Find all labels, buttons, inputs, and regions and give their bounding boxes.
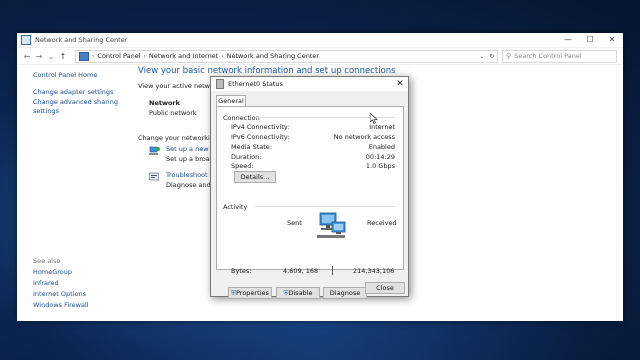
close-window-button[interactable]: ✕ <box>601 33 623 47</box>
network-name: Network <box>149 99 180 107</box>
see-also-infrared[interactable]: Infrared <box>33 279 89 288</box>
see-also-windows-firewall[interactable]: Windows Firewall <box>33 301 89 310</box>
network-activity-icon <box>317 212 346 238</box>
row-label: Speed: <box>231 162 254 170</box>
breadcrumb-network-internet[interactable]: Network and Internet <box>149 52 218 60</box>
forward-arrow-icon[interactable]: → <box>33 52 45 61</box>
network-type: Public network <box>149 109 197 117</box>
new-connection-icon <box>149 146 160 155</box>
activity-group-label: Activity <box>223 203 248 211</box>
status-row: IPv4 Connectivity: Internet <box>231 123 395 131</box>
change-settings-label: Change your networking <box>138 134 219 142</box>
ethernet-status-dialog: Ethernet0 Status ✕ General Connection IP… <box>210 76 409 299</box>
bytes-label: Bytes: <box>231 267 252 275</box>
mouse-cursor-icon <box>370 113 378 124</box>
up-arrow-icon[interactable]: ↑ <box>57 52 69 61</box>
chevron-right-icon: › <box>143 52 146 60</box>
diagnose-button[interactable]: Diagnose <box>323 287 367 299</box>
chevron-right-icon: › <box>221 52 224 60</box>
disable-label: Disable <box>288 289 313 297</box>
maximize-button[interactable]: ☐ <box>579 33 601 47</box>
row-value: 1.0 Gbps <box>365 162 395 170</box>
window-title: Network and Sharing Center <box>35 36 128 44</box>
search-placeholder: Search Control Panel <box>514 52 582 60</box>
row-value: 00:14:29 <box>365 153 395 161</box>
properties-label: Properties <box>236 289 269 297</box>
row-label: Duration: <box>231 153 262 161</box>
task-troubleshoot: Troubleshoot p Diagnose and r <box>149 171 215 189</box>
main-content: View your basic network information and … <box>138 66 396 189</box>
see-also-homegroup[interactable]: HomeGroup <box>33 268 89 277</box>
status-row: IPv6 Connectivity: No network access <box>231 133 395 141</box>
status-row: Duration: 00:14:29 <box>231 153 395 161</box>
dialog-title: Ethernet0 Status <box>228 80 283 88</box>
address-box[interactable]: › Control Panel › Network and Internet ›… <box>75 49 498 63</box>
back-arrow-icon[interactable]: ← <box>21 52 33 61</box>
sidebar-change-advanced-sharing[interactable]: Change advanced sharing settings <box>33 98 133 116</box>
row-value: No network access <box>333 133 395 141</box>
left-sidebar: Control Panel Home Change adapter settin… <box>33 71 133 117</box>
refresh-icon[interactable]: ↻ <box>487 53 497 60</box>
received-label: Received <box>367 219 397 227</box>
network-center-icon <box>21 35 31 45</box>
row-value: Internet <box>369 123 395 131</box>
troubleshoot-icon <box>149 172 159 181</box>
address-bar-row: ← → ⌄ ↑ › Control Panel › Network and In… <box>17 48 623 65</box>
breadcrumb-control-panel[interactable]: Control Panel <box>97 52 140 60</box>
status-row: Speed: 1.0 Gbps <box>231 162 395 170</box>
bytes-received-value: 214,343,106 <box>353 267 395 275</box>
ethernet-icon <box>216 79 224 89</box>
sidebar-control-panel-home[interactable]: Control Panel Home <box>33 71 133 80</box>
see-also-internet-options[interactable]: Internet Options <box>33 290 89 299</box>
close-icon[interactable]: ✕ <box>392 79 408 89</box>
active-networks-label: View your active netwo <box>138 82 214 90</box>
row-value: Enabled <box>368 143 395 151</box>
row-label: IPv4 Connectivity: <box>231 123 290 131</box>
see-also-header: See also <box>33 257 61 265</box>
sidebar-change-adapter-settings[interactable]: Change adapter settings <box>33 88 133 97</box>
details-button[interactable]: Details... <box>234 171 276 183</box>
group-divider <box>255 206 395 207</box>
see-also-section: See also HomeGroup Infrared Internet Opt… <box>33 257 89 312</box>
row-label: Media State: <box>231 143 272 151</box>
troubleshoot-link[interactable]: Troubleshoot p <box>166 171 215 179</box>
search-input[interactable]: ⚲ Search Control Panel <box>502 49 617 63</box>
chevron-down-icon[interactable]: ⌄ <box>477 53 487 60</box>
troubleshoot-desc: Diagnose and r <box>166 181 216 189</box>
activity-divider <box>332 266 333 275</box>
window-titlebar: Network and Sharing Center — ☐ ✕ <box>17 33 623 48</box>
page-heading: View your basic network information and … <box>138 66 396 76</box>
disable-button[interactable]: ⛨Disable <box>276 287 320 299</box>
breadcrumb-network-sharing-center[interactable]: Network and Sharing Center <box>227 52 319 60</box>
chevron-right-icon: › <box>92 52 95 60</box>
task-setup-connection: Set up a new co Set up a broadb <box>149 145 218 163</box>
general-panel: Connection IPv4 Connectivity: Internet I… <box>216 106 404 299</box>
recent-locations-icon[interactable]: ⌄ <box>45 52 57 61</box>
minimize-button[interactable]: — <box>557 33 579 47</box>
row-label: IPv6 Connectivity: <box>231 133 290 141</box>
bytes-sent-value: 4,609, 168 <box>283 267 319 275</box>
close-button[interactable]: Close <box>365 282 405 294</box>
properties-button[interactable]: ⛨Properties <box>228 287 272 299</box>
connection-group-label: Connection <box>223 114 260 122</box>
status-row: Media State: Enabled <box>231 143 395 151</box>
sent-label: Sent <box>287 219 302 227</box>
dialog-titlebar: Ethernet0 Status ✕ <box>211 77 408 91</box>
search-icon: ⚲ <box>506 52 512 60</box>
control-panel-icon <box>79 51 89 61</box>
